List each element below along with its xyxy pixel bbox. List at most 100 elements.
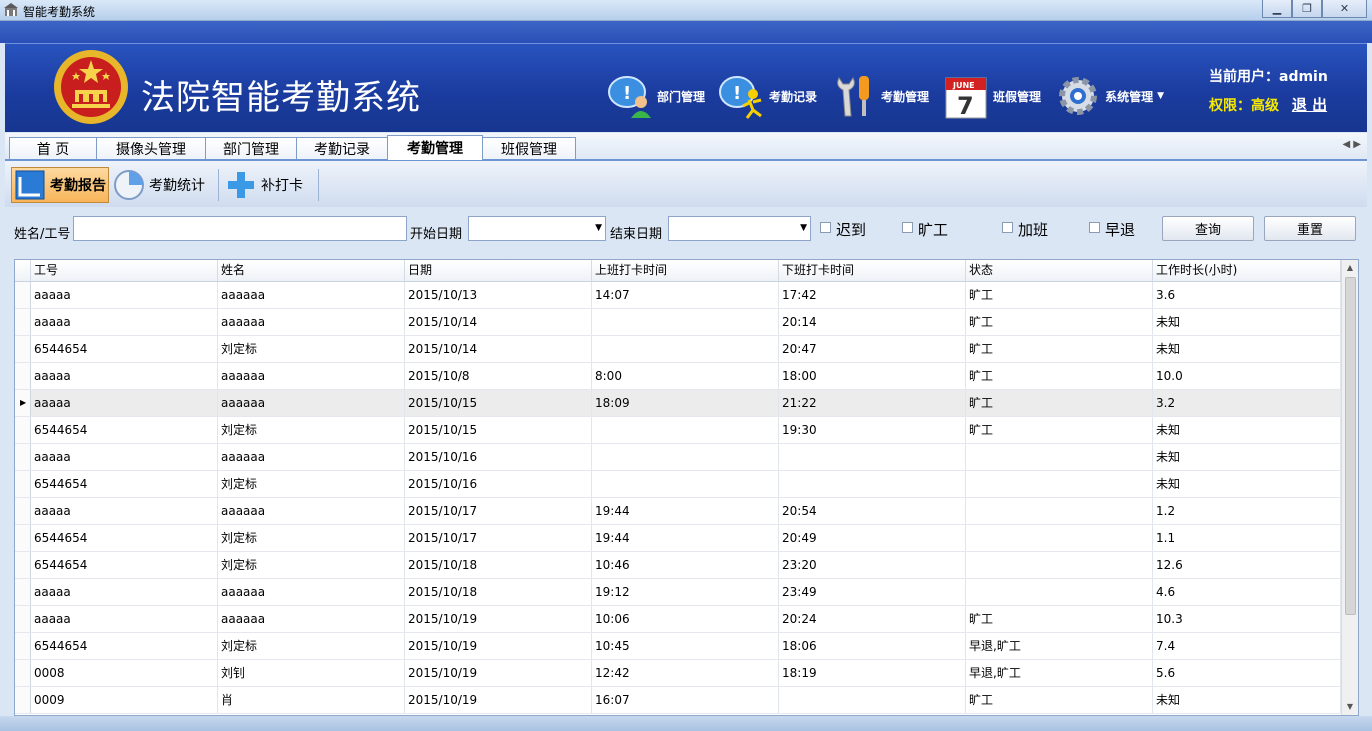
- chevron-down-icon[interactable]: ▼: [1157, 91, 1164, 101]
- table-cell[interactable]: 8:00: [592, 363, 779, 389]
- table-cell[interactable]: 16:07: [592, 687, 779, 713]
- table-cell[interactable]: 刘钊: [218, 660, 405, 686]
- table-cell[interactable]: 2015/10/19: [405, 633, 592, 659]
- table-cell[interactable]: 5.6: [1153, 660, 1341, 686]
- table-cell[interactable]: 23:49: [779, 579, 966, 605]
- table-cell[interactable]: 3.2: [1153, 390, 1341, 416]
- table-cell[interactable]: 未知: [1153, 444, 1341, 470]
- nav-system-settings[interactable]: 系统管理 ▼: [1055, 68, 1164, 124]
- table-cell[interactable]: 19:30: [779, 417, 966, 443]
- logout-link[interactable]: 退 出: [1292, 96, 1327, 114]
- table-row[interactable]: aaaaa aaaaaa 2015/10/13 14:07 17:42 旷工 3.6: [15, 282, 1341, 309]
- end-date-picker[interactable]: ▼: [668, 216, 811, 241]
- scroll-down-icon[interactable]: ▼: [1342, 699, 1358, 715]
- table-cell[interactable]: 1.1: [1153, 525, 1341, 551]
- table-row[interactable]: 6544654 刘定标 2015/10/17 19:44 20:49 1.1: [15, 525, 1341, 552]
- table-cell[interactable]: aaaaa: [31, 363, 218, 389]
- table-row[interactable]: 0009 肖 2015/10/19 16:07 旷工 未知: [15, 687, 1341, 714]
- table-cell[interactable]: 2015/10/18: [405, 579, 592, 605]
- close-button[interactable]: ✕: [1322, 0, 1367, 18]
- chevron-down-icon[interactable]: ▼: [595, 223, 602, 233]
- table-cell[interactable]: 20:24: [779, 606, 966, 632]
- table-cell[interactable]: [966, 579, 1153, 605]
- supplement-punch-button[interactable]: 补打卡: [223, 167, 315, 203]
- table-cell[interactable]: aaaaaa: [218, 309, 405, 335]
- vertical-scrollbar[interactable]: ▲ ▼: [1341, 260, 1358, 715]
- table-cell[interactable]: aaaaa: [31, 498, 218, 524]
- attendance-report-button[interactable]: 考勤报告: [11, 167, 109, 203]
- table-row[interactable]: aaaaa aaaaaa 2015/10/18 19:12 23:49 4.6: [15, 579, 1341, 606]
- table-cell[interactable]: [592, 471, 779, 497]
- table-cell[interactable]: 旷工: [966, 390, 1153, 416]
- table-cell[interactable]: 2015/10/15: [405, 390, 592, 416]
- table-cell[interactable]: [592, 417, 779, 443]
- table-cell[interactable]: 2015/10/19: [405, 687, 592, 713]
- table-cell[interactable]: 旷工: [966, 417, 1153, 443]
- table-cell[interactable]: [592, 309, 779, 335]
- table-row[interactable]: ▶ aaaaa aaaaaa 2015/10/15 18:09 21:22 旷工 3.2: [15, 390, 1341, 417]
- late-checkbox[interactable]: [820, 222, 831, 233]
- table-cell[interactable]: 2015/10/16: [405, 471, 592, 497]
- table-cell[interactable]: 2015/10/14: [405, 336, 592, 362]
- nav-attendance-management[interactable]: 考勤管理: [831, 68, 929, 124]
- column-header[interactable]: 工号: [31, 260, 218, 281]
- table-cell[interactable]: 7.4: [1153, 633, 1341, 659]
- table-cell[interactable]: 6544654: [31, 633, 218, 659]
- table-cell[interactable]: 2015/10/13: [405, 282, 592, 308]
- table-cell[interactable]: 旷工: [966, 363, 1153, 389]
- table-cell[interactable]: 21:22: [779, 390, 966, 416]
- table-cell[interactable]: 刘定标: [218, 525, 405, 551]
- table-cell[interactable]: aaaaa: [31, 606, 218, 632]
- table-cell[interactable]: 14:07: [592, 282, 779, 308]
- table-row[interactable]: 6544654 刘定标 2015/10/14 20:47 旷工 未知: [15, 336, 1341, 363]
- table-row[interactable]: 6544654 刘定标 2015/10/16 未知: [15, 471, 1341, 498]
- table-cell[interactable]: 6544654: [31, 471, 218, 497]
- table-cell[interactable]: 20:47: [779, 336, 966, 362]
- table-cell[interactable]: 旷工: [966, 606, 1153, 632]
- table-cell[interactable]: 2015/10/19: [405, 660, 592, 686]
- table-row[interactable]: 6544654 刘定标 2015/10/15 19:30 旷工 未知: [15, 417, 1341, 444]
- table-cell[interactable]: 10:45: [592, 633, 779, 659]
- table-cell[interactable]: 未知: [1153, 336, 1341, 362]
- scroll-up-icon[interactable]: ▲: [1342, 260, 1358, 276]
- table-cell[interactable]: 20:54: [779, 498, 966, 524]
- tab-department-management[interactable]: 部门管理: [205, 137, 297, 159]
- table-cell[interactable]: 2015/10/8: [405, 363, 592, 389]
- column-header[interactable]: 下班打卡时间: [779, 260, 966, 281]
- table-cell[interactable]: 3.6: [1153, 282, 1341, 308]
- table-cell[interactable]: 旷工: [966, 309, 1153, 335]
- absent-checkbox[interactable]: [902, 222, 913, 233]
- table-cell[interactable]: 2015/10/16: [405, 444, 592, 470]
- table-cell[interactable]: 2015/10/19: [405, 606, 592, 632]
- column-header[interactable]: 上班打卡时间: [592, 260, 779, 281]
- table-cell[interactable]: 未知: [1153, 309, 1341, 335]
- name-id-input[interactable]: [73, 216, 407, 241]
- table-cell[interactable]: 23:20: [779, 552, 966, 578]
- table-cell[interactable]: [779, 444, 966, 470]
- tab-attendance-records[interactable]: 考勤记录: [296, 137, 388, 159]
- tab-camera-management[interactable]: 摄像头管理: [96, 137, 206, 159]
- table-cell[interactable]: 肖: [218, 687, 405, 713]
- table-cell[interactable]: 6544654: [31, 525, 218, 551]
- table-cell[interactable]: 未知: [1153, 471, 1341, 497]
- table-cell[interactable]: 10.0: [1153, 363, 1341, 389]
- column-header[interactable]: 状态: [966, 260, 1153, 281]
- table-cell[interactable]: 未知: [1153, 417, 1341, 443]
- table-cell[interactable]: 2015/10/17: [405, 525, 592, 551]
- table-cell[interactable]: 旷工: [966, 336, 1153, 362]
- table-cell[interactable]: aaaaaa: [218, 606, 405, 632]
- table-row[interactable]: aaaaa aaaaaa 2015/10/19 10:06 20:24 旷工 10.3: [15, 606, 1341, 633]
- tab-scroll-arrows-icon[interactable]: ◀ ▶: [1342, 139, 1361, 150]
- nav-attendance-records[interactable]: ! 考勤记录: [719, 68, 817, 124]
- table-cell[interactable]: 18:00: [779, 363, 966, 389]
- table-cell[interactable]: 2015/10/15: [405, 417, 592, 443]
- table-cell[interactable]: aaaaaa: [218, 390, 405, 416]
- table-cell[interactable]: 1.2: [1153, 498, 1341, 524]
- table-cell[interactable]: 0008: [31, 660, 218, 686]
- table-cell[interactable]: 刘定标: [218, 336, 405, 362]
- table-cell[interactable]: 12.6: [1153, 552, 1341, 578]
- table-cell[interactable]: 旷工: [966, 687, 1153, 713]
- table-cell[interactable]: 20:14: [779, 309, 966, 335]
- nav-shift-leave[interactable]: JUNE 7 班假管理: [943, 68, 1041, 124]
- table-cell[interactable]: [592, 336, 779, 362]
